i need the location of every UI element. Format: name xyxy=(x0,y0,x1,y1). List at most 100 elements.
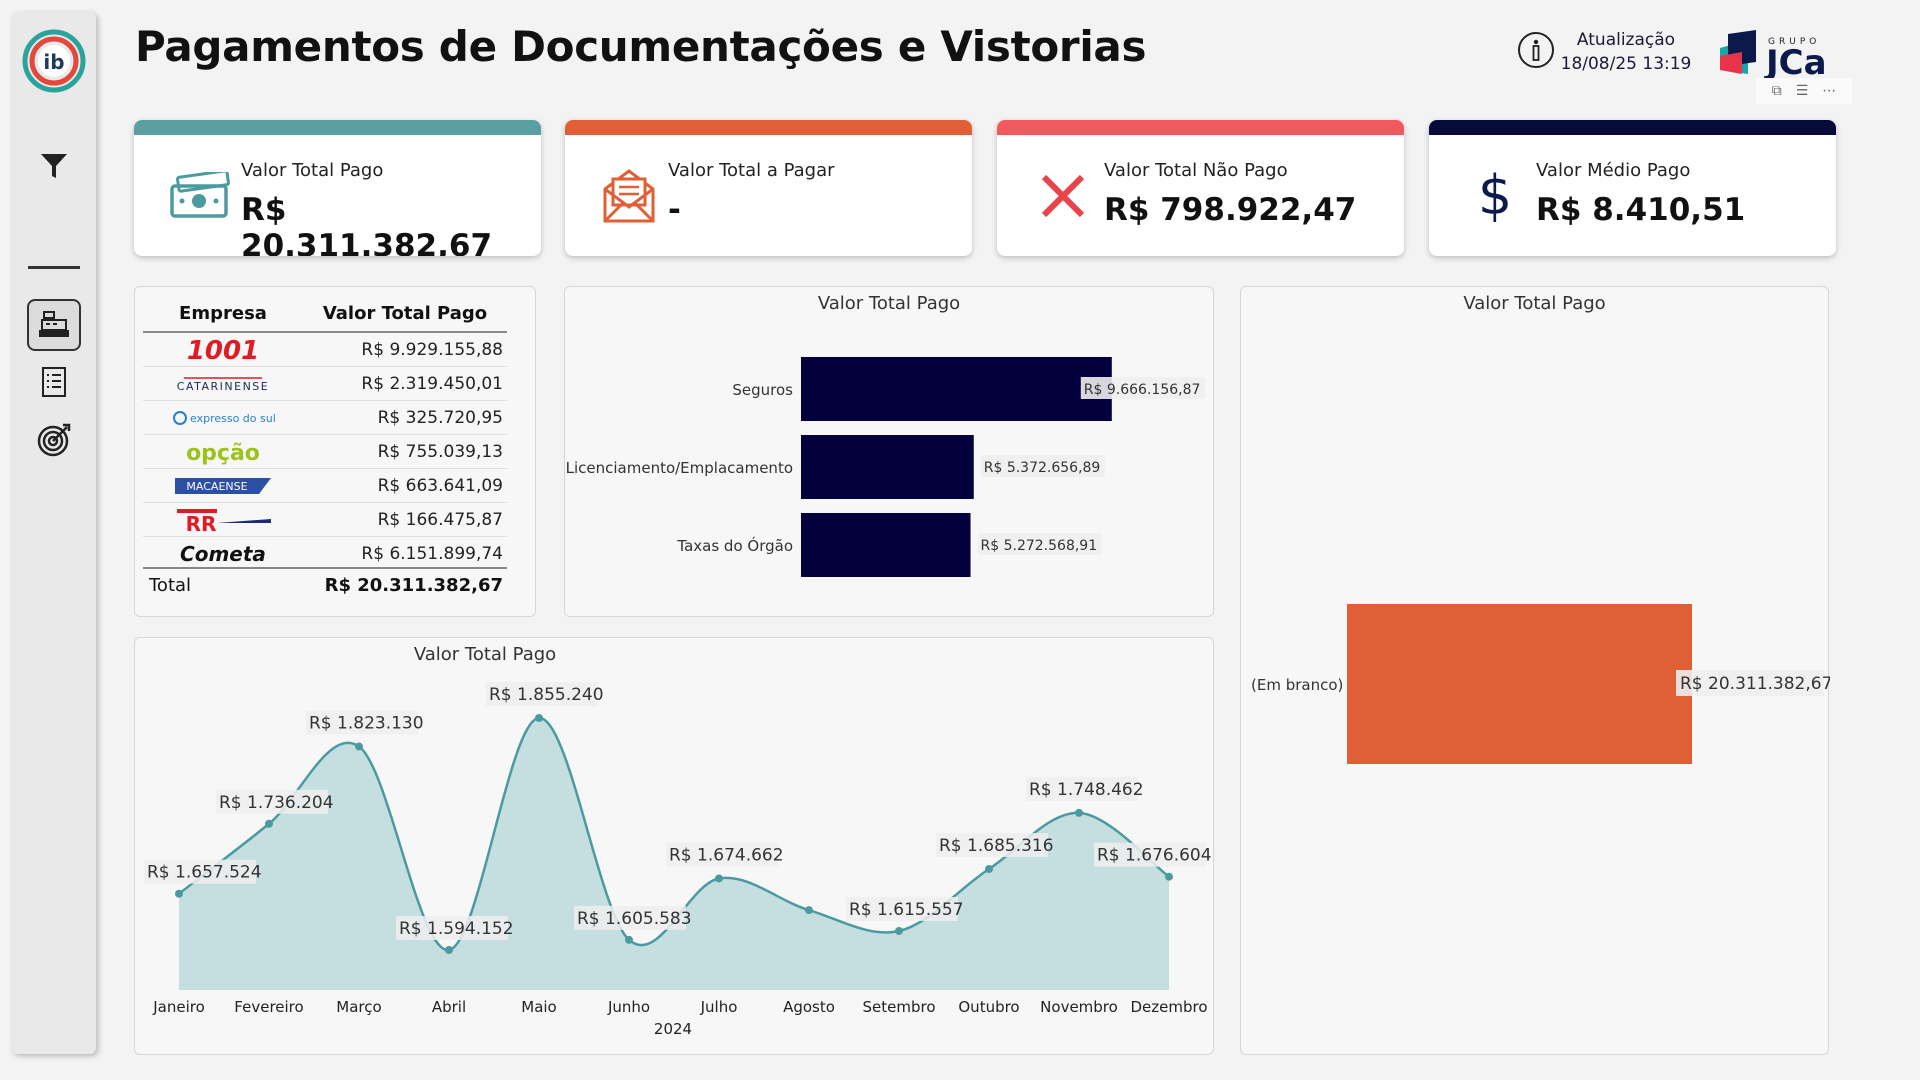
company-logo-1001: 1001 xyxy=(143,336,303,364)
total-value: R$ 20.311.382,67 xyxy=(324,574,503,596)
info-icon[interactable] xyxy=(1516,30,1556,70)
data-label: R$ 1.855.240 xyxy=(489,685,604,705)
x-tick-label: Maio xyxy=(521,998,556,1016)
company-logo-macaense: MACAENSE xyxy=(143,476,303,496)
bar-chart-category: Seguros R$ 9.666.156,87 Licenciamento/Empl… xyxy=(566,357,1205,577)
data-label: R$ 1.748.462 xyxy=(1029,780,1144,800)
bar xyxy=(801,435,974,499)
data-label: R$ 20.311.382,67 xyxy=(1680,674,1830,694)
copy-icon[interactable]: ⧉ xyxy=(1772,83,1782,99)
data-label: R$ 1.676.604 xyxy=(1097,846,1212,866)
filter-lines-icon[interactable]: ☰ xyxy=(1796,83,1809,99)
bar-category-label: Taxas do Órgão xyxy=(676,536,793,555)
column-header-valor[interactable]: Valor Total Pago xyxy=(303,303,507,324)
svg-text:1001: 1001 xyxy=(188,336,258,364)
kpi-label: Valor Total Pago xyxy=(241,160,384,181)
table-row[interactable]: expresso do sul R$ 325.720,95 xyxy=(143,401,507,435)
table-row[interactable]: Cometa R$ 6.151.899,74 xyxy=(143,537,507,571)
bar-chart-blank-panel: Valor Total Pago (Em branco) R$ 20.311.38… xyxy=(1240,286,1830,1055)
data-point xyxy=(535,714,543,722)
svg-text:Cometa: Cometa xyxy=(180,542,266,566)
table-row[interactable]: CATARINENSE R$ 2.319.450,01 xyxy=(143,367,507,401)
sidebar-item-list[interactable] xyxy=(27,356,81,408)
data-point xyxy=(985,864,993,873)
update-info: Atualização 18/08/25 13:19 xyxy=(1556,28,1696,76)
table-cell-value: R$ 2.319.450,01 xyxy=(361,373,503,394)
data-point xyxy=(445,946,453,954)
svg-text:$: $ xyxy=(1478,166,1512,226)
kpi-accent-bar xyxy=(1429,120,1836,135)
data-point xyxy=(1165,872,1173,881)
bar-chart-category-panel: Valor Total Pago Seguros R$ 9.666.156,87 L… xyxy=(564,286,1214,617)
column-header-empresa[interactable]: Empresa xyxy=(143,303,303,324)
data-point xyxy=(1075,808,1083,817)
bar xyxy=(801,357,1112,421)
svg-text:expresso do sul: expresso do sul xyxy=(190,412,276,425)
table-row[interactable]: MACAENSE R$ 663.641,09 xyxy=(143,469,507,503)
company-logo-cometa: Cometa xyxy=(143,541,303,567)
visual-toolbar: ⧉ ☰ ⋯ xyxy=(1756,78,1852,104)
kpi-value: R$ 20.311.382,67 xyxy=(241,192,493,256)
company-logo-catarinense: CATARINENSE xyxy=(143,374,303,394)
svg-text:MACAENSE: MACAENSE xyxy=(186,480,247,493)
table-row[interactable]: opção R$ 755.039,13 xyxy=(143,435,507,469)
table-cell-value: R$ 9.929.155,88 xyxy=(361,339,503,360)
kpi-label: Valor Médio Pago xyxy=(1536,160,1691,181)
svg-text:ib: ib xyxy=(43,50,64,74)
x-tick-label: Setembro xyxy=(862,998,935,1016)
money-icon xyxy=(164,160,236,232)
bar xyxy=(801,513,971,577)
kpi-card-valor-medio: $ Valor Médio Pago R$ 8.410,51 xyxy=(1429,120,1836,256)
kpi-accent-bar xyxy=(134,120,541,135)
bar xyxy=(1347,604,1692,764)
x-tick-label: Novembro xyxy=(1040,998,1118,1016)
kpi-value: R$ 798.922,47 xyxy=(1104,192,1357,228)
data-point xyxy=(355,742,363,751)
data-label: R$ 5.372.656,89 xyxy=(984,460,1101,476)
svg-text:opção: opção xyxy=(186,441,260,466)
filter-button[interactable] xyxy=(27,140,81,192)
company-logo-opcao: opção xyxy=(143,438,303,466)
kpi-value: - xyxy=(668,192,681,228)
more-options-icon[interactable]: ⋯ xyxy=(1822,83,1836,99)
x-tick-label: Fevereiro xyxy=(234,998,303,1016)
envelope-icon xyxy=(593,160,665,232)
kpi-accent-bar xyxy=(997,120,1404,135)
kpi-value: R$ 8.410,51 xyxy=(1536,192,1746,228)
sidebar: ib xyxy=(12,12,96,1054)
data-point xyxy=(625,935,633,944)
jca-logo: GRUPO JCa xyxy=(1720,30,1827,80)
data-label: R$ 1.657.524 xyxy=(147,863,262,883)
page-title: Pagamentos de Documentações e Vistorias xyxy=(135,22,1147,71)
table-row[interactable]: 1001 R$ 9.929.155,88 xyxy=(143,333,507,367)
x-tick-label: Junho xyxy=(607,998,650,1016)
x-tick-label: Dezembro xyxy=(1130,998,1207,1016)
x-tick-label: Abril xyxy=(432,998,466,1016)
data-label: R$ 1.615.557 xyxy=(849,900,964,920)
bar-chart-blank: (Em branco) R$ 20.311.382,67 xyxy=(1251,604,1830,764)
data-label: R$ 1.685.316 xyxy=(939,836,1054,856)
svg-text:RR: RR xyxy=(186,512,217,533)
x-axis-label: 2024 xyxy=(654,1020,692,1038)
bar-category-label: Seguros xyxy=(732,381,793,399)
x-tick-label: Agosto xyxy=(783,998,835,1016)
table-cell-value: R$ 6.151.899,74 xyxy=(361,544,503,564)
kpi-card-total-a-pagar: Valor Total a Pagar - xyxy=(565,120,972,256)
data-label: R$ 9.666.156,87 xyxy=(1084,382,1201,398)
update-value: 18/08/25 13:19 xyxy=(1560,54,1692,74)
app-logo-icon[interactable]: ib xyxy=(21,28,87,94)
sidebar-item-target[interactable] xyxy=(27,414,81,466)
data-label: R$ 5.272.568,91 xyxy=(981,538,1098,554)
table-header: Empresa Valor Total Pago xyxy=(143,295,507,333)
data-label: R$ 1.674.662 xyxy=(669,845,784,865)
data-point xyxy=(265,819,273,828)
data-label: R$ 1.823.130 xyxy=(309,714,424,734)
filter-icon xyxy=(41,154,67,178)
sidebar-item-payments[interactable] xyxy=(27,299,81,351)
kpi-accent-bar xyxy=(565,120,972,135)
x-tick-label: Julho xyxy=(700,998,738,1016)
bar-category-label: (Em branco) xyxy=(1251,676,1343,694)
data-label: R$ 1.605.583 xyxy=(577,909,692,929)
table-row[interactable]: RR R$ 166.475,87 xyxy=(143,503,507,537)
data-point xyxy=(895,926,903,935)
